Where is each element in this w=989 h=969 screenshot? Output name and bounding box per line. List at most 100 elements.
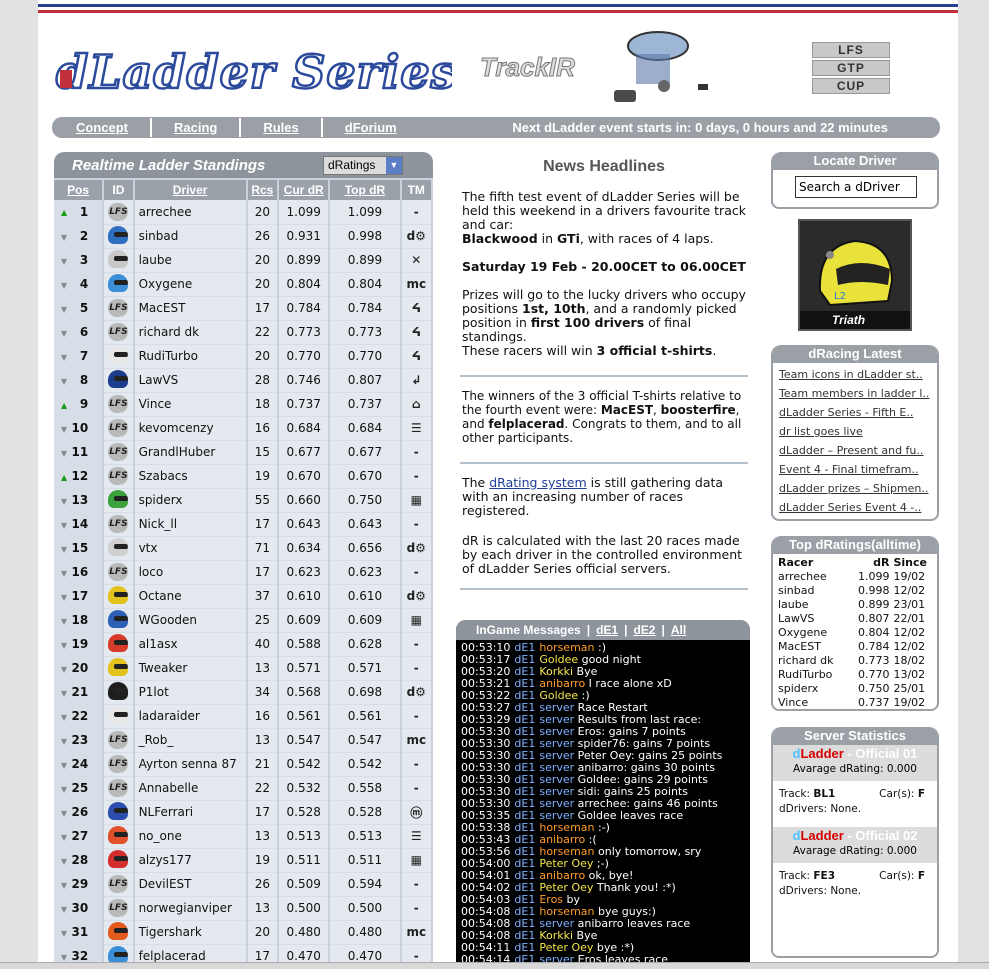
trackir-banner[interactable]: TrackIR — [478, 28, 718, 110]
latest-news-link[interactable]: dLadder prizes – Shipmen.. — [779, 481, 937, 496]
top-dr-row[interactable]: Vince 0.737 19/02 — [778, 695, 936, 709]
col-driver[interactable]: Driver — [133, 180, 248, 200]
row-driver[interactable]: NLFerrari — [133, 800, 248, 825]
table-row[interactable]: ▼ 19 al1asx 40 0.588 0.628- — [54, 632, 433, 657]
table-row[interactable]: ▼ 16 LFS loco 17 0.623 0.623- — [54, 560, 433, 585]
table-row[interactable]: ▼ 11 LFS GrandlHuber 15 0.677 0.677- — [54, 440, 433, 465]
table-row[interactable]: ▼ 21 P1lot 34 0.568 0.698 d⚙ — [54, 680, 433, 705]
row-driver[interactable]: Szabacs — [133, 464, 248, 489]
col-cur-dr[interactable]: Cur dR — [278, 180, 331, 200]
table-row[interactable]: ▼ 18 WGooden 25 0.609 0.609 ▦ — [54, 608, 433, 633]
row-driver[interactable]: norwegianviper — [133, 896, 248, 921]
chevron-down-icon[interactable]: ▼ — [386, 156, 402, 174]
latest-news-link[interactable]: dr list goes live — [779, 424, 937, 439]
nav-dforium[interactable]: dForium — [323, 118, 419, 137]
cup-button[interactable]: CUP — [812, 78, 890, 94]
row-driver[interactable]: GrandlHuber — [133, 440, 248, 465]
ratings-select[interactable]: dRatings ▼ — [323, 155, 403, 175]
table-row[interactable]: ▼ 10 LFS kevomcenzy 16 0.684 0.684 ☰ — [54, 416, 433, 441]
latest-news-link[interactable]: dLadder Series Event 4 -.. — [779, 500, 937, 515]
table-row[interactable]: ▼ 4 Oxygene 20 0.804 0.804 mc — [54, 272, 433, 297]
row-driver[interactable]: al1asx — [133, 632, 248, 657]
dladder-series-logo[interactable]: dLadder Series — [52, 40, 458, 101]
row-driver[interactable]: Vince — [133, 392, 248, 417]
nav-concept[interactable]: Concept — [52, 118, 152, 137]
row-driver[interactable]: kevomcenzy — [133, 416, 248, 441]
top-dr-row[interactable]: arrechee 1.099 19/02 — [778, 569, 936, 583]
row-driver[interactable]: richard dk — [133, 320, 248, 345]
gtp-button[interactable]: GTP — [812, 60, 890, 76]
table-row[interactable]: ▼ 3 laube 20 0.899 0.899 ✕ — [54, 248, 433, 273]
row-driver[interactable]: _Rob_ — [133, 728, 248, 753]
row-driver[interactable]: MacEST — [133, 296, 248, 321]
table-row[interactable]: ▼ 28 alzys177 19 0.511 0.511 ▦ — [54, 848, 433, 873]
latest-news-link[interactable]: Team icons in dLadder st.. — [779, 367, 937, 382]
tab-all[interactable]: All — [671, 623, 686, 637]
driver-search-input[interactable] — [795, 176, 917, 198]
row-driver[interactable]: LawVS — [133, 368, 248, 393]
table-row[interactable]: ▼ 31 Tigershark 20 0.480 0.480 mc — [54, 920, 433, 945]
table-row[interactable]: ▼ 2 sinbad 26 0.931 0.998 d⚙ — [54, 224, 433, 249]
server-entry[interactable]: dLadder - Official 01 Avarage dRating: 0.… — [773, 745, 937, 817]
row-driver[interactable]: DevilEST — [133, 872, 248, 897]
table-row[interactable]: ▼ 15 vtx 71 0.634 0.656 d⚙ — [54, 536, 433, 561]
row-driver[interactable]: laube — [133, 248, 248, 273]
table-row[interactable]: ▼ 24 LFS Ayrton senna 87 21 0.542 0.542- — [54, 752, 433, 777]
col-pos[interactable]: Pos — [54, 180, 105, 200]
featured-driver-avatar[interactable]: L2 Triath — [798, 219, 912, 331]
nav-rules[interactable]: Rules — [241, 118, 323, 137]
row-driver[interactable]: Annabelle — [133, 776, 248, 801]
row-driver[interactable]: no_one — [133, 824, 248, 849]
table-row[interactable]: ▼ 27 no_one 13 0.513 0.513 ☰ — [54, 824, 433, 849]
tab-de2[interactable]: dE2 — [633, 623, 655, 637]
top-dr-row[interactable]: laube 0.899 23/01 — [778, 597, 936, 611]
row-driver[interactable]: ladaraider — [133, 704, 248, 729]
row-driver[interactable]: Tweaker — [133, 656, 248, 681]
latest-news-link[interactable]: dLadder – Present and fu.. — [779, 443, 937, 458]
row-driver[interactable]: Octane — [133, 584, 248, 609]
table-row[interactable]: ▼ 25 LFS Annabelle 22 0.532 0.558- — [54, 776, 433, 801]
top-dr-row[interactable]: MacEST 0.784 12/02 — [778, 639, 936, 653]
table-row[interactable]: ▼ 5 LFS MacEST 17 0.784 0.784 ᔦ — [54, 296, 433, 321]
row-driver[interactable]: Ayrton senna 87 — [133, 752, 248, 777]
table-row[interactable]: ▼ 7 RudiTurbo 20 0.770 0.770 ᔦ — [54, 344, 433, 369]
table-row[interactable]: ▼ 29 LFS DevilEST 26 0.509 0.594- — [54, 872, 433, 897]
table-row[interactable]: ▼ 20 Tweaker 13 0.571 0.571- — [54, 656, 433, 681]
row-driver[interactable]: alzys177 — [133, 848, 248, 873]
table-row[interactable]: ▲ 1 LFS arrechee 20 1.099 1.099- — [54, 200, 433, 225]
row-driver[interactable]: P1lot — [133, 680, 248, 705]
table-row[interactable]: ▼ 8 LawVS 28 0.746 0.807 ↲ — [54, 368, 433, 393]
col-rcs[interactable]: Rcs — [246, 180, 280, 200]
table-row[interactable]: ▼ 13 spiderx 55 0.660 0.750 ▦ — [54, 488, 433, 513]
top-dr-row[interactable]: sinbad 0.998 12/02 — [778, 583, 936, 597]
top-dr-row[interactable]: RudiTurbo 0.770 13/02 — [778, 667, 936, 681]
table-row[interactable]: ▼ 6 LFS richard dk 22 0.773 0.773 ᔦ — [54, 320, 433, 345]
row-driver[interactable]: sinbad — [133, 224, 248, 249]
latest-news-link[interactable]: Team members in ladder l.. — [779, 386, 937, 401]
drating-system-link[interactable]: dRating system — [489, 475, 586, 490]
row-driver[interactable]: WGooden — [133, 608, 248, 633]
top-dr-row[interactable]: LawVS 0.807 22/01 — [778, 611, 936, 625]
row-driver[interactable]: spiderx — [133, 488, 248, 513]
row-driver[interactable]: Oxygene — [133, 272, 248, 297]
tab-de1[interactable]: dE1 — [596, 623, 618, 637]
row-driver[interactable]: Tigershark — [133, 920, 248, 945]
row-driver[interactable]: vtx — [133, 536, 248, 561]
col-top-dr[interactable]: Top dR — [329, 180, 402, 200]
row-driver[interactable]: Nick_ll — [133, 512, 248, 537]
table-row[interactable]: ▼ 26 NLFerrari 17 0.528 0.528 ⓜ — [54, 800, 433, 825]
lfs-button[interactable]: LFS — [812, 42, 890, 58]
table-row[interactable]: ▲ 9 LFS Vince 18 0.737 0.737 ⌂ — [54, 392, 433, 417]
latest-news-link[interactable]: Event 4 - Final timefram.. — [779, 462, 937, 477]
table-row[interactable]: ▼ 30 LFS norwegianviper 13 0.500 0.500- — [54, 896, 433, 921]
row-driver[interactable]: loco — [133, 560, 248, 585]
table-row[interactable]: ▼ 17 Octane 37 0.610 0.610 d⚙ — [54, 584, 433, 609]
row-driver[interactable]: arrechee — [133, 200, 248, 225]
latest-news-link[interactable]: dLadder Series - Fifth E.. — [779, 405, 937, 420]
server-entry[interactable]: dLadder - Official 02 Avarage dRating: 0.… — [773, 827, 937, 899]
nav-racing[interactable]: Racing — [152, 118, 242, 137]
top-dr-row[interactable]: Oxygene 0.804 12/02 — [778, 625, 936, 639]
table-row[interactable]: ▼ 22 ladaraider 16 0.561 0.561- — [54, 704, 433, 729]
table-row[interactable]: ▼ 23 LFS _Rob_ 13 0.547 0.547 mc — [54, 728, 433, 753]
top-dr-row[interactable]: richard dk 0.773 18/02 — [778, 653, 936, 667]
